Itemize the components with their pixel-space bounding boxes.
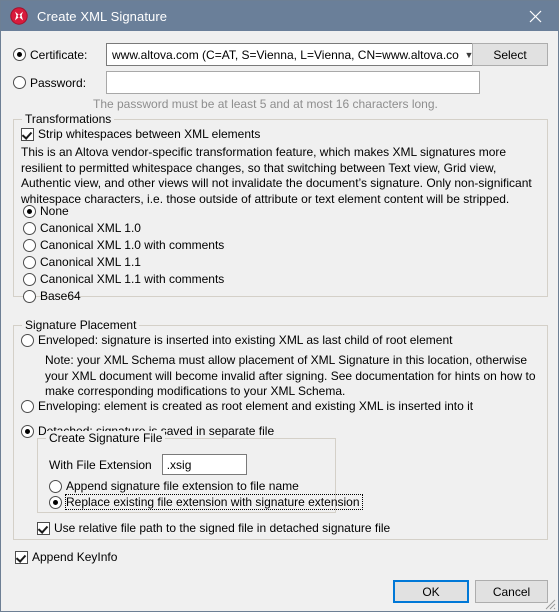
create-signature-file-group-title: Create Signature File	[46, 431, 166, 445]
radio-c14n11-label: Canonical XML 1.1	[40, 255, 141, 269]
radio-c14n11-comments-label: Canonical XML 1.1 with comments	[40, 272, 225, 286]
enveloping-row[interactable]: Enveloping: element is created as root e…	[21, 399, 473, 413]
radio-c14n11-indicator[interactable]	[23, 255, 36, 269]
append-keyinfo-row[interactable]: Append KeyInfo	[15, 550, 117, 564]
file-extension-row: With File Extension .xsig	[49, 454, 247, 475]
password-input[interactable]	[106, 71, 480, 94]
radio-c14n10-indicator[interactable]	[23, 221, 36, 235]
certificate-label: Certificate:	[30, 47, 88, 62]
password-radio[interactable]	[13, 76, 26, 89]
radio-option-base64[interactable]: Base64	[23, 288, 224, 304]
certificate-combo-value: www.altova.com (C=AT, S=Vienna, L=Vienna…	[112, 47, 459, 62]
ok-button[interactable]: OK	[393, 580, 469, 603]
replace-extension-row[interactable]: Replace existing file extension with sig…	[49, 494, 363, 510]
append-extension-label: Append signature file extension to file …	[66, 479, 299, 493]
append-extension-radio[interactable]	[49, 479, 62, 493]
certificate-combo[interactable]: www.altova.com (C=AT, S=Vienna, L=Vienna…	[106, 43, 480, 66]
append-keyinfo-checkbox[interactable]	[15, 550, 28, 564]
use-relative-path-checkbox[interactable]	[37, 521, 50, 535]
radio-c14n10-comments-label: Canonical XML 1.0 with comments	[40, 238, 225, 252]
certificate-radio[interactable]	[13, 48, 26, 61]
enveloping-label: Enveloping: element is created as root e…	[38, 399, 474, 413]
close-glyph	[529, 10, 542, 22]
window-title: Create XML Signature	[37, 8, 168, 24]
radio-base64-indicator[interactable]	[23, 289, 36, 303]
altova-x-icon	[10, 7, 28, 25]
strip-whitespaces-label: Strip whitespaces between XML elements	[38, 127, 261, 141]
radio-option-none[interactable]: None	[23, 203, 224, 219]
radio-option-c14n10-comments[interactable]: Canonical XML 1.0 with comments	[23, 237, 224, 253]
use-relative-path-label: Use relative file path to the signed fil…	[54, 521, 391, 535]
radio-none-indicator[interactable]	[23, 204, 36, 218]
signature-placement-group-title: Signature Placement	[22, 318, 140, 332]
create-xml-signature-dialog: Create XML Signature Certificate: www.al…	[0, 0, 559, 612]
radio-c14n10-comments-indicator[interactable]	[23, 238, 36, 252]
radio-base64-label: Base64	[40, 289, 81, 303]
enveloped-row[interactable]: Enveloped: signature is inserted into ex…	[21, 333, 452, 347]
radio-option-c14n10[interactable]: Canonical XML 1.0	[23, 220, 224, 236]
cancel-button[interactable]: Cancel	[475, 580, 548, 603]
enveloped-label: Enveloped: signature is inserted into ex…	[38, 333, 453, 347]
radio-option-c14n11-comments[interactable]: Canonical XML 1.1 with comments	[23, 271, 224, 287]
radio-none-label: None	[40, 204, 69, 218]
append-extension-row[interactable]: Append signature file extension to file …	[49, 479, 299, 493]
close-icon[interactable]	[513, 1, 558, 31]
enveloped-note: Note: your XML Schema must allow placeme…	[45, 353, 536, 398]
transformations-group-title: Transformations	[22, 112, 115, 126]
file-extension-input[interactable]: .xsig	[161, 454, 247, 475]
certificate-row: Certificate: www.altova.com (C=AT, S=Vie…	[13, 43, 548, 66]
enveloping-radio[interactable]	[21, 399, 34, 413]
password-label: Password:	[30, 75, 87, 90]
transformations-description: This is an Altova vendor-specific transf…	[21, 145, 532, 206]
replace-extension-label: Replace existing file extension with sig…	[65, 494, 363, 510]
enveloped-radio[interactable]	[21, 333, 34, 347]
append-keyinfo-label: Append KeyInfo	[32, 550, 118, 564]
resize-grip-icon[interactable]	[544, 598, 556, 610]
title-bar: Create XML Signature	[1, 1, 558, 31]
file-extension-label: With File Extension	[49, 457, 152, 472]
radio-c14n11-comments-indicator[interactable]	[23, 272, 36, 286]
radio-c14n10-label: Canonical XML 1.0	[40, 221, 141, 235]
radio-option-c14n11[interactable]: Canonical XML 1.1	[23, 254, 224, 270]
strip-whitespaces-checkbox[interactable]	[21, 127, 34, 141]
select-certificate-button[interactable]: Select	[472, 43, 548, 66]
canonicalization-radio-group: None Canonical XML 1.0 Canonical XML 1.0…	[23, 203, 224, 305]
password-hint: The password must be at least 5 and at m…	[93, 97, 438, 111]
strip-whitespaces-row[interactable]: Strip whitespaces between XML elements	[21, 127, 260, 141]
use-relative-path-row[interactable]: Use relative file path to the signed fil…	[37, 521, 390, 535]
detached-radio[interactable]	[21, 424, 34, 438]
replace-extension-radio[interactable]	[49, 495, 62, 509]
password-row: Password:	[13, 71, 548, 94]
